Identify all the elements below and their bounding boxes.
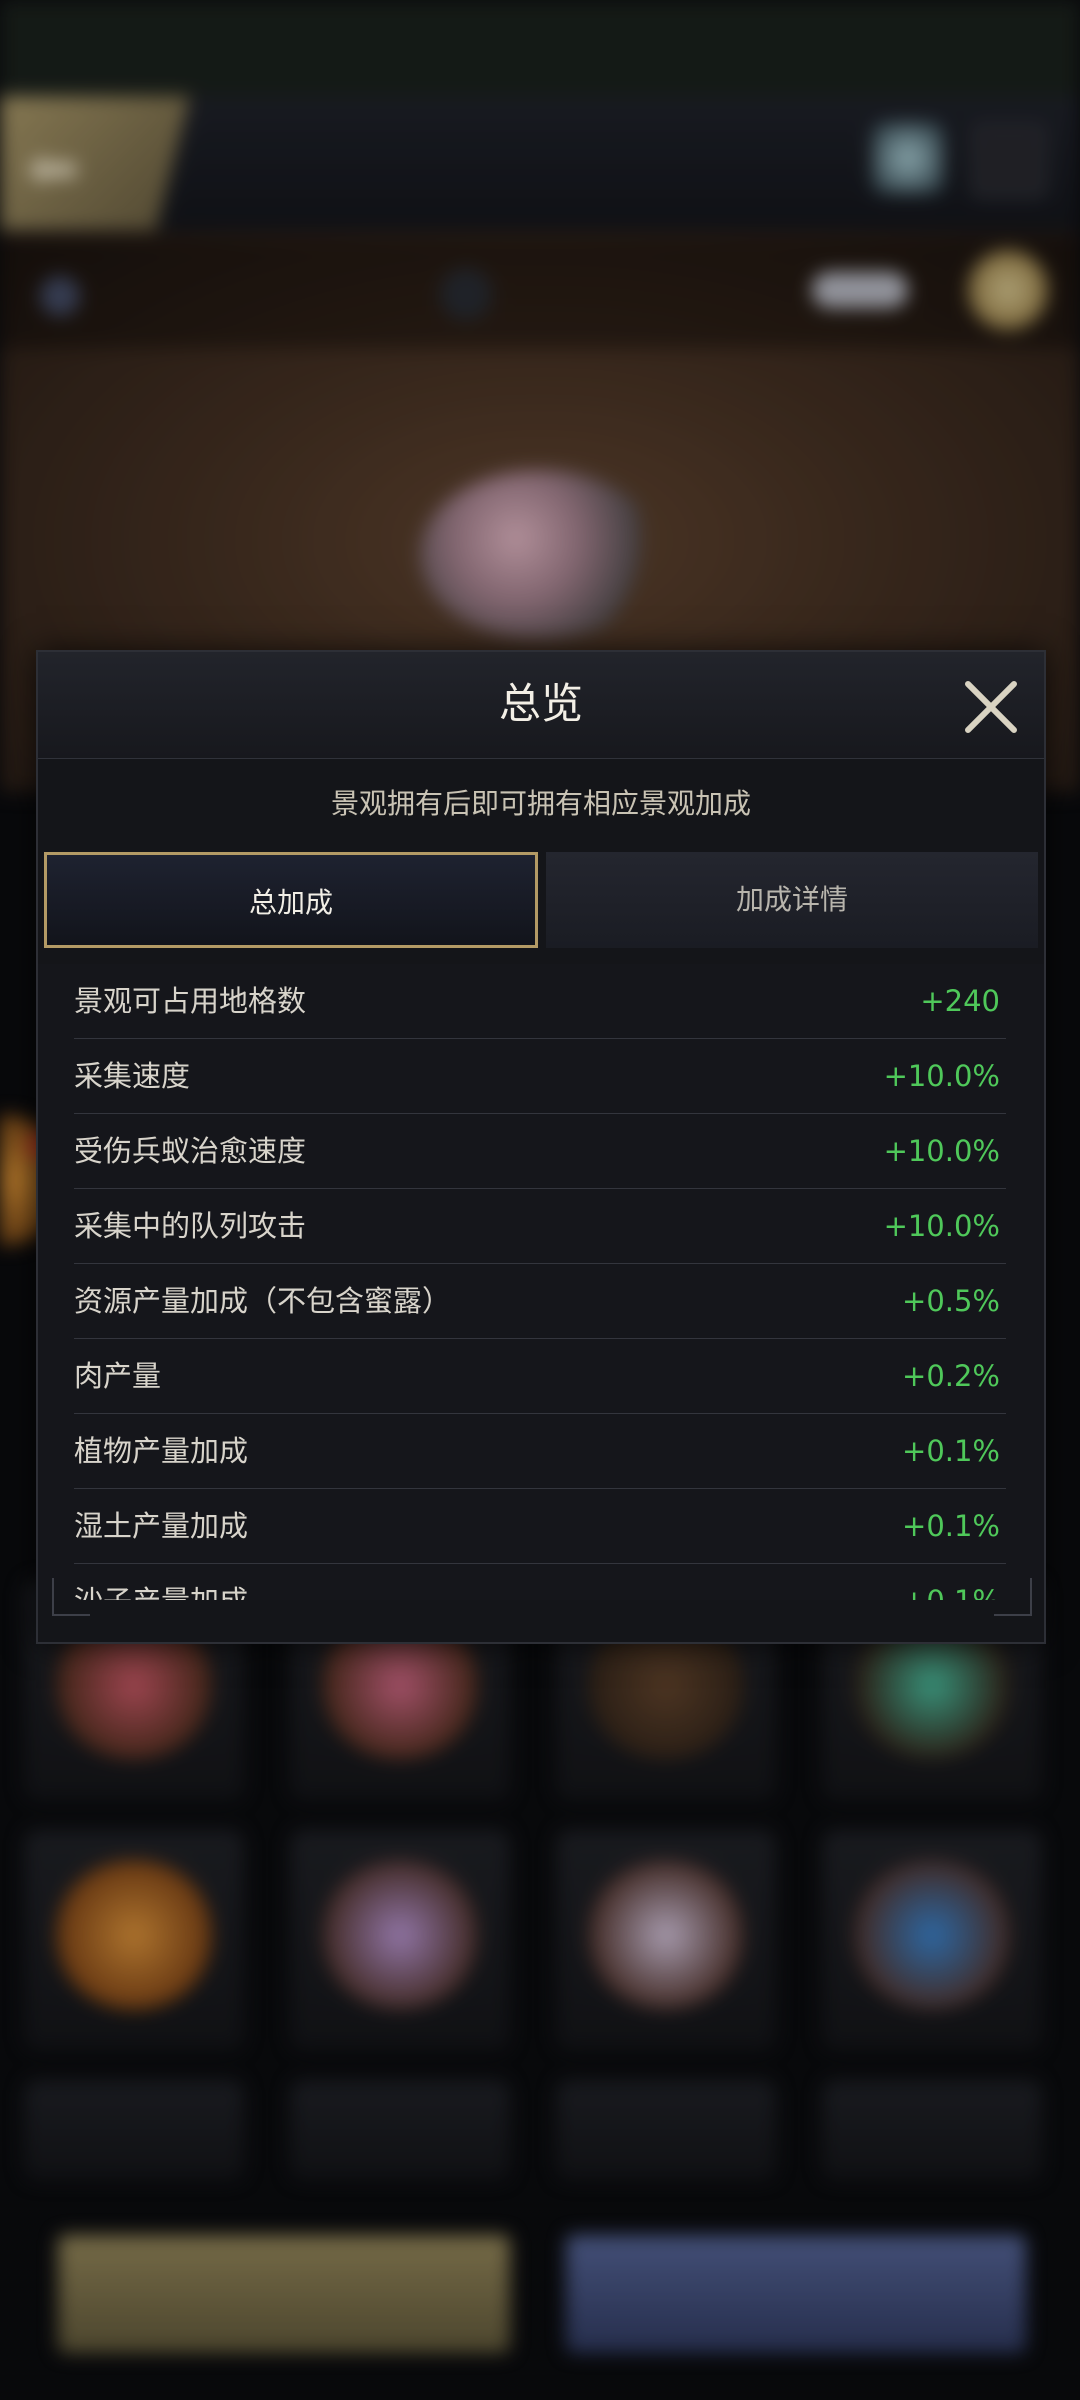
tab-total-bonus[interactable]: 总加成: [44, 852, 538, 948]
bonus-list[interactable]: 景观可占用地格数 +240 采集速度 +10.0% 受伤兵蚁治愈速度 +10.0…: [38, 964, 1044, 1600]
bonus-label: 资源产量加成（不包含蜜露）: [74, 1284, 452, 1318]
list-item: 植物产量加成 +0.1%: [74, 1414, 1006, 1489]
bonus-value: +240: [920, 984, 1000, 1018]
bonus-label: 景观可占用地格数: [74, 984, 307, 1018]
list-item: 资源产量加成（不包含蜜露） +0.5%: [74, 1264, 1006, 1339]
list-item: 肉产量 +0.2%: [74, 1339, 1006, 1414]
bonus-label: 肉产量: [74, 1359, 162, 1393]
modal-subtitle: 景观拥有后即可拥有相应景观加成: [330, 787, 751, 820]
bonus-value: +0.1%: [902, 1509, 1000, 1543]
bonus-label: 植物产量加成: [74, 1434, 249, 1468]
bonus-value: +10.0%: [883, 1209, 1000, 1243]
bonus-label: 湿土产量加成: [74, 1509, 249, 1543]
list-item: 湿土产量加成 +0.1%: [74, 1489, 1006, 1564]
list-item: 沙子产量加成 +0.1%: [74, 1564, 1006, 1600]
list-item: 景观可占用地格数 +240: [74, 964, 1006, 1039]
bonus-value: +10.0%: [883, 1059, 1000, 1093]
modal-title: 总览: [498, 679, 583, 728]
close-icon: [965, 681, 1017, 733]
modal-header: 总览: [38, 652, 1044, 759]
corner-ornament: [994, 1578, 1032, 1616]
overview-modal: 总览 景观拥有后即可拥有相应景观加成 总加成 加成详情 景观可占用地格数 +24…: [36, 650, 1046, 1644]
close-button[interactable]: [960, 676, 1022, 738]
bonus-label: 采集中的队列攻击: [74, 1209, 307, 1243]
bonus-label: 采集速度: [74, 1059, 191, 1093]
bonus-value: +0.2%: [902, 1359, 1000, 1393]
list-item: 受伤兵蚁治愈速度 +10.0%: [74, 1114, 1006, 1189]
bonus-value: +0.1%: [902, 1564, 1000, 1600]
list-item: 采集速度 +10.0%: [74, 1039, 1006, 1114]
bonus-label: 沙子产量加成: [74, 1564, 248, 1600]
bonus-value: +0.5%: [902, 1284, 1000, 1318]
tab-bonus-details[interactable]: 加成详情: [546, 852, 1038, 948]
bonus-value: +0.1%: [902, 1434, 1000, 1468]
bonus-label: 受伤兵蚁治愈速度: [74, 1134, 307, 1168]
bonus-value: +10.0%: [883, 1134, 1000, 1168]
corner-ornament: [52, 1578, 90, 1616]
list-item: 采集中的队列攻击 +10.0%: [74, 1189, 1006, 1264]
